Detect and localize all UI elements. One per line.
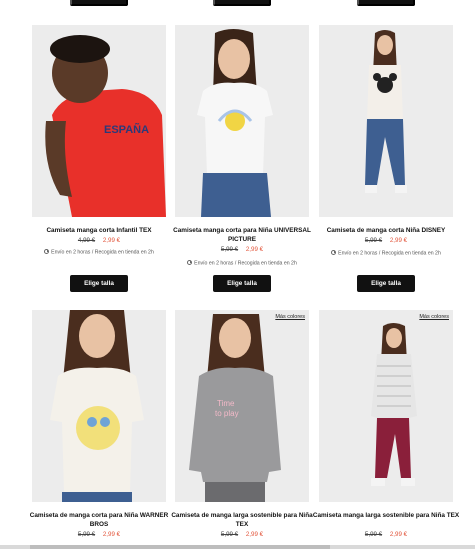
- old-price: 5,99 €: [77, 531, 96, 538]
- girl-white-tshirt-photo: [175, 25, 309, 217]
- old-price: 5,99 €: [220, 246, 239, 253]
- product-title[interactable]: Camiseta de manga corta para Niña WARNER…: [24, 512, 174, 529]
- product-prices: 5,99 € 2,99 €: [167, 531, 317, 539]
- horizontal-scrollbar[interactable]: [0, 545, 475, 549]
- old-price: 4,99 €: [77, 237, 96, 244]
- product-title[interactable]: Camiseta manga corta para Niña UNIVERSAL…: [167, 227, 317, 244]
- product-prices: 5,99 € 2,99 €: [24, 531, 174, 539]
- shipping-text: Envío en 2 horas / Recogida en tienda en…: [338, 250, 441, 257]
- girl-striped-longsleeve-photo: [319, 310, 453, 502]
- shipping-text: Envío en 2 horas / Recogida en tienda en…: [194, 260, 297, 267]
- old-price: 5,99 €: [364, 531, 383, 538]
- product-title[interactable]: Camiseta de manga larga sostenible para …: [167, 512, 317, 529]
- shipping-info: Envío en 2 horas / Recogida en tienda en…: [306, 250, 466, 258]
- product-prices: 5,99 € 2,99 €: [311, 237, 461, 245]
- clock-icon: [44, 249, 50, 254]
- old-price: 5,99 €: [364, 237, 383, 244]
- clock-icon: [187, 260, 193, 265]
- product-image[interactable]: [319, 25, 453, 217]
- sale-price: 2,99 €: [102, 531, 121, 538]
- product-image[interactable]: Más colores: [319, 310, 453, 502]
- product-title[interactable]: Camiseta manga corta Infantil TEX: [24, 227, 174, 236]
- product-image[interactable]: [175, 25, 309, 217]
- product-image[interactable]: ESPAÑA: [32, 25, 166, 217]
- sale-price: 2,99 €: [102, 237, 121, 244]
- old-price: 5,99 €: [220, 531, 239, 538]
- product-image[interactable]: [32, 310, 166, 502]
- choose-size-button[interactable]: Elige talla: [213, 275, 271, 292]
- clock-icon: [331, 250, 337, 255]
- svg-text:ESPAÑA: ESPAÑA: [104, 123, 149, 136]
- product-prices: 5,99 € 2,99 €: [311, 531, 461, 539]
- choose-size-button[interactable]: Elige talla: [70, 275, 128, 292]
- girl-mickey-tshirt-photo: [319, 25, 453, 217]
- product-image[interactable]: Time to play Más colores: [175, 310, 309, 502]
- more-colors-link[interactable]: Más colores: [275, 314, 305, 320]
- product-title[interactable]: Camiseta manga larga sostenible para Niñ…: [311, 512, 461, 521]
- sale-price: 2,99 €: [389, 237, 408, 244]
- scrollbar-thumb[interactable]: [30, 545, 330, 549]
- product-title[interactable]: Camiseta de manga corta Niña DISNEY: [311, 227, 461, 236]
- girl-grey-longsleeve-photo: Time to play: [175, 310, 309, 502]
- shipping-text: Envío en 2 horas / Recogida en tienda en…: [51, 249, 154, 256]
- product-prices: 5,99 € 2,99 €: [167, 246, 317, 254]
- svg-text:Time: Time: [217, 399, 235, 408]
- sale-price: 2,99 €: [389, 531, 408, 538]
- choose-size-button[interactable]: [70, 0, 128, 6]
- choose-size-button[interactable]: [213, 0, 271, 6]
- previous-row-buttons: [0, 0, 475, 8]
- choose-size-button[interactable]: [357, 0, 415, 6]
- shipping-info: Envío en 2 horas / Recogida en tienda en…: [19, 249, 179, 257]
- more-colors-link[interactable]: Más colores: [419, 314, 449, 320]
- svg-text:to play: to play: [215, 409, 239, 418]
- girl-tweety-tshirt-photo: [32, 310, 166, 502]
- shipping-info: Envío en 2 horas / Recogida en tienda en…: [162, 260, 322, 268]
- boy-red-tshirt-photo: ESPAÑA: [32, 25, 166, 217]
- choose-size-button[interactable]: Elige talla: [357, 275, 415, 292]
- sale-price: 2,99 €: [245, 531, 264, 538]
- sale-price: 2,99 €: [245, 246, 264, 253]
- product-prices: 4,99 € 2,99 €: [24, 237, 174, 245]
